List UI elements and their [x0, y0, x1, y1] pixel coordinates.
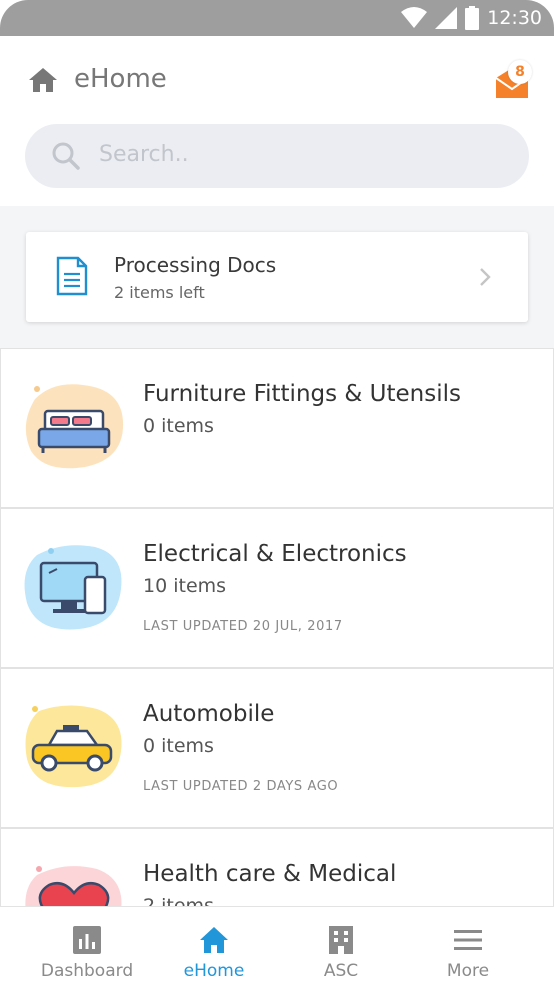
document-icon — [56, 256, 88, 296]
chevron-right-icon — [480, 268, 491, 286]
nav-more[interactable]: More — [408, 907, 528, 997]
category-card-automobile[interactable]: Automobile 0 items LAST UPDATED 2 DAYS A… — [0, 668, 554, 828]
bar-chart-icon — [73, 926, 101, 954]
category-count: 10 items — [143, 575, 227, 597]
category-count: 0 items — [143, 415, 214, 437]
status-time: 12:30 — [487, 7, 542, 29]
category-updated: LAST UPDATED 2 DAYS AGO — [143, 779, 339, 794]
category-count: 0 items — [143, 735, 214, 757]
app-header: eHome 8 Search.. — [0, 36, 554, 206]
battery-icon — [465, 6, 480, 30]
wifi-icon — [401, 7, 428, 28]
processing-docs-title: Processing Docs — [114, 253, 277, 277]
nav-asc[interactable]: ASC — [281, 907, 401, 997]
bed-icon — [25, 384, 124, 469]
computer-icon — [24, 545, 122, 630]
category-title: Automobile — [143, 701, 275, 727]
processing-docs-subtitle: 2 items left — [114, 283, 205, 302]
home-icon — [29, 68, 57, 92]
category-updated: LAST UPDATED 20 JUL, 2017 — [143, 619, 343, 634]
car-icon — [25, 705, 122, 788]
cell-signal-icon — [435, 7, 458, 29]
search-input[interactable]: Search.. — [25, 124, 529, 188]
category-card-electrical[interactable]: Electrical & Electronics 10 items LAST U… — [0, 508, 554, 668]
category-title: Electrical & Electronics — [143, 541, 407, 567]
nav-label: Dashboard — [40, 961, 134, 981]
nav-label: eHome — [183, 961, 245, 981]
building-icon — [329, 926, 353, 954]
search-placeholder: Search.. — [99, 142, 189, 167]
bottom-nav: Dashboard eHome ASC More — [0, 906, 554, 997]
menu-icon — [454, 930, 482, 950]
processing-docs-card[interactable]: Processing Docs 2 items left — [26, 232, 528, 322]
category-title: Health care & Medical — [143, 861, 397, 887]
nav-label: More — [446, 961, 490, 981]
nav-dashboard[interactable]: Dashboard — [27, 907, 147, 997]
page-title: eHome — [74, 64, 167, 94]
nav-ehome[interactable]: eHome — [154, 907, 274, 997]
notification-badge: 8 — [508, 60, 532, 84]
nav-label: ASC — [323, 961, 359, 981]
category-card-furniture[interactable]: Furniture Fittings & Utensils 0 items — [0, 348, 554, 508]
home-icon — [200, 927, 228, 953]
status-bar: 12:30 — [0, 0, 554, 36]
search-icon — [52, 142, 80, 170]
category-title: Furniture Fittings & Utensils — [143, 381, 461, 407]
